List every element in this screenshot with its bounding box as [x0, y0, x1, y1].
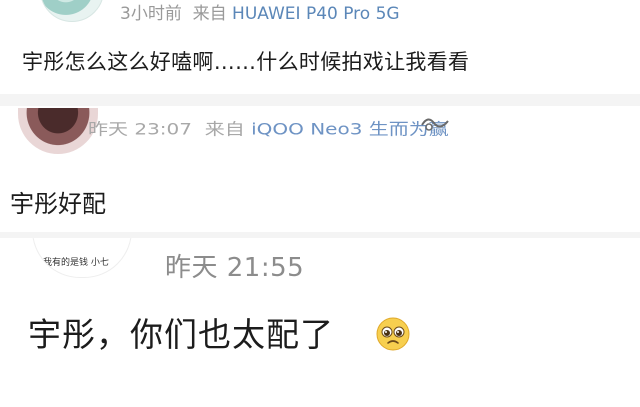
comment-meta: 昨天 23:07 来自 iQOO Neo3 生而为赢 [88, 116, 449, 139]
comment-time: 3小时前 [120, 4, 182, 24]
comment-text: 宇彤好配 [10, 190, 106, 218]
comment-time: 昨天 23:07 [88, 119, 192, 139]
comment-card: 我有的是钱 小七 昨天 21:55 宇彤，你们也太配了 [0, 238, 640, 407]
wave-badge-icon [421, 118, 449, 131]
avatar-caption: 我有的是钱 小七 [43, 258, 109, 268]
avatar[interactable] [40, 0, 104, 22]
avatar[interactable] [18, 108, 98, 154]
comment-card: 3小时前 来自 HUAWEI P40 Pro 5G 宇彤怎么这么好嗑啊……什么时… [0, 0, 640, 94]
comment-card: 昨天 23:07 来自 iQOO Neo3 生而为赢 宇彤好配 [0, 106, 640, 232]
pleading-face-icon [376, 317, 410, 351]
comment-meta: 3小时前 来自 HUAWEI P40 Pro 5G [120, 0, 400, 24]
avatar[interactable]: 我有的是钱 小七 [32, 238, 132, 278]
source-device-link[interactable]: HUAWEI P40 Pro 5G [232, 4, 400, 24]
source-prefix: 来自 [204, 119, 245, 139]
comment-text: 宇彤，你们也太配了 [28, 315, 334, 354]
comment-time: 昨天 21:55 [165, 253, 305, 283]
comment-text: 宇彤怎么这么好嗑啊……什么时候拍戏让我看看 [22, 50, 470, 74]
source-prefix: 来自 [192, 4, 227, 24]
